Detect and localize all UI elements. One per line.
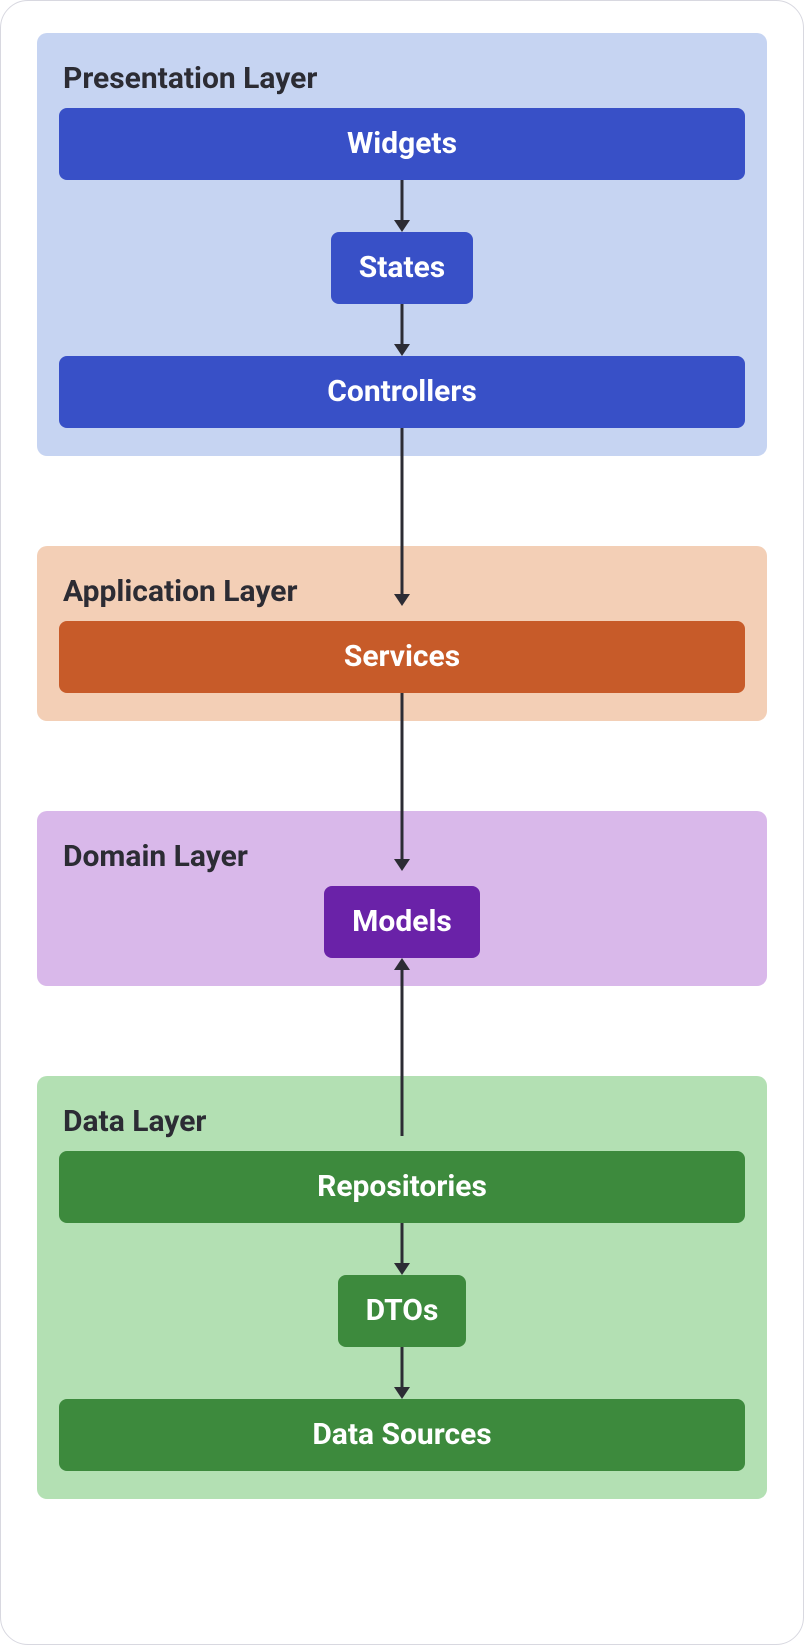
data-layer: Data Layer Repositories DTOs Data Source…: [37, 1076, 767, 1499]
architecture-diagram: Presentation Layer Widgets States Contro…: [0, 0, 804, 1645]
controllers-box: Controllers: [59, 356, 745, 428]
arrow-repositories-to-dtos: [59, 1223, 745, 1275]
arrow-widgets-to-states: [59, 180, 745, 232]
arrow-states-to-controllers: [59, 304, 745, 356]
presentation-layer-title: Presentation Layer: [63, 61, 745, 96]
repositories-box: Repositories: [59, 1151, 745, 1223]
presentation-layer: Presentation Layer Widgets States Contro…: [37, 33, 767, 456]
arrow-controllers-to-services: [37, 456, 767, 546]
models-box: Models: [324, 886, 480, 958]
arrow-services-to-models: [37, 721, 767, 811]
arrow-dtos-to-data-sources: [59, 1347, 745, 1399]
states-box: States: [331, 232, 473, 304]
services-box: Services: [59, 621, 745, 693]
data-sources-box: Data Sources: [59, 1399, 745, 1471]
widgets-box: Widgets: [59, 108, 745, 180]
dtos-box: DTOs: [338, 1275, 467, 1347]
arrow-repositories-to-models: [37, 986, 767, 1076]
